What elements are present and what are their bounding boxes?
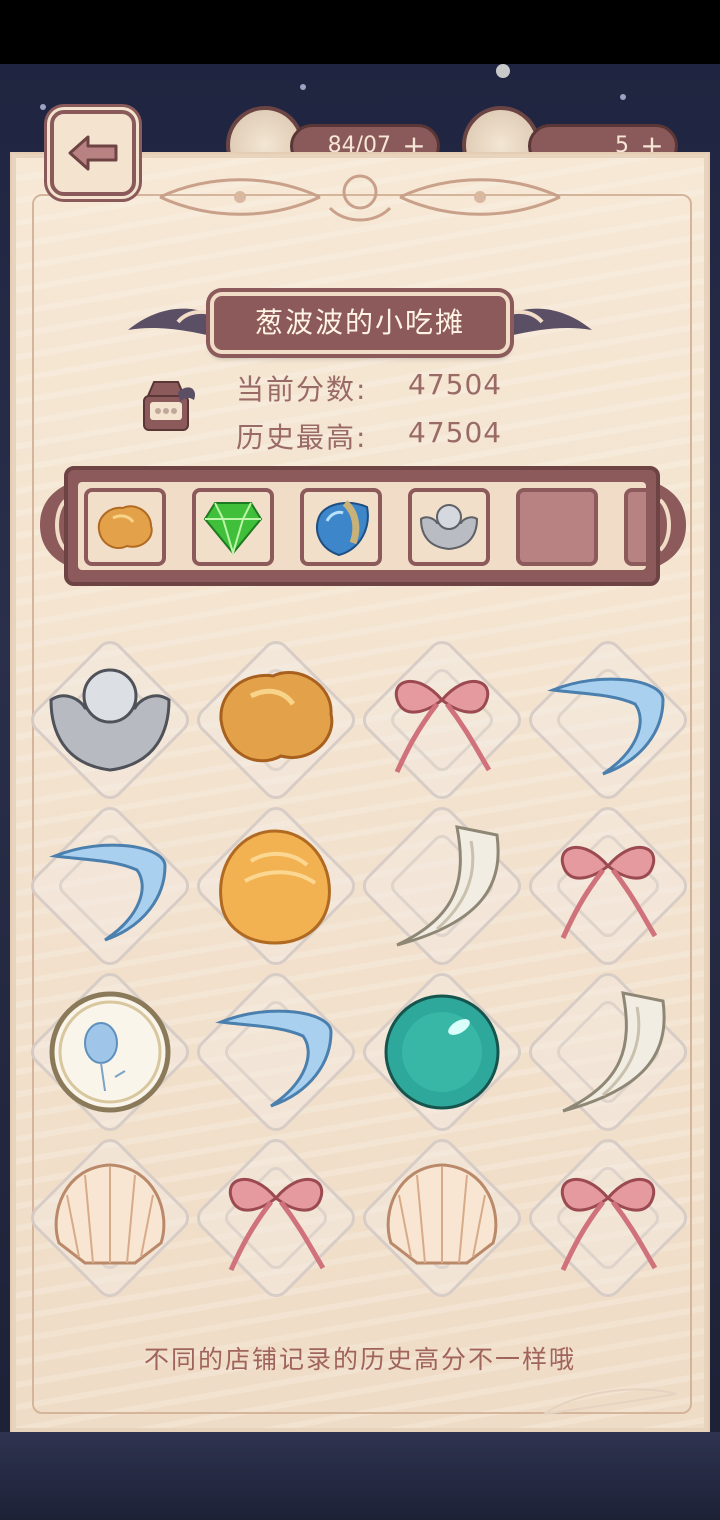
grid-tile[interactable] [523,1133,693,1303]
arrow-left-icon [68,135,118,171]
current-score-value: 47504 [408,368,503,401]
grid-tile[interactable] [191,635,361,805]
gold-nugget-icon [219,670,334,763]
grid-tile[interactable] [523,801,693,971]
grid-tile[interactable] [357,635,527,805]
slot-5-empty[interactable] [516,488,598,566]
feather-decor-icon [543,1388,677,1415]
green-gem-icon [203,502,263,557]
jewelry-box-icon [143,381,196,431]
silver-ingot-icon [49,668,171,772]
gold-nugget-icon [97,505,153,549]
best-score-row: 历史最高: 47504 [236,416,501,456]
balloon-badge-icon [49,991,171,1113]
blue-feather-icon [547,677,665,776]
grid-tile[interactable] [25,635,195,805]
grid-tile[interactable] [357,801,527,971]
orange-bun-icon [219,829,331,945]
star-decor [300,84,306,90]
grid-tile[interactable] [25,801,195,971]
collected-items-track [78,482,646,570]
status-bar [0,0,720,64]
grid-tile[interactable] [191,967,361,1137]
slot-6-empty[interactable] [624,488,646,566]
star-decor [40,104,46,110]
white-claw-icon [562,991,666,1113]
teal-pearl-icon [384,994,500,1110]
back-button[interactable] [50,110,136,196]
current-score-label: 当前分数: [236,373,368,406]
white-claw-icon [396,825,500,947]
hint-text: 不同的店铺记录的历史高分不一样哦 [143,1345,576,1374]
grid-tile[interactable] [191,801,361,971]
grid-tile[interactable] [191,1133,361,1303]
star-decor [620,94,626,100]
grid-tile[interactable] [357,1133,527,1303]
slot-1[interactable] [84,488,166,566]
grid-tile[interactable] [25,967,195,1137]
best-score-label: 历史最高: [236,421,368,454]
grid-tile[interactable] [523,967,693,1137]
silver-ingot-icon [419,504,479,551]
collected-items-bar [64,466,660,586]
ring-decor [496,64,510,78]
slot-2[interactable] [192,488,274,566]
slot-4[interactable] [408,488,490,566]
shop-title: 葱波波的小吃摊 [210,292,510,354]
grid-tile[interactable] [523,635,693,805]
pink-ribbon-icon [560,846,658,940]
grid-tile[interactable] [357,967,527,1137]
slot-3[interactable] [300,488,382,566]
scallop-shell-icon [54,1163,166,1265]
blue-feather-icon [49,843,167,942]
scallop-shell-icon [386,1163,498,1265]
floral-ornament [159,174,561,222]
blue-stone-icon [316,500,369,557]
pink-ribbon-icon [228,1178,326,1272]
cave-floor [0,1432,720,1520]
blue-feather-icon [215,1009,333,1108]
pink-ribbon-icon [560,1178,658,1272]
current-score-row: 当前分数: 47504 [236,368,501,408]
grid-tile[interactable] [25,1133,195,1303]
pink-ribbon-icon [394,680,492,774]
best-score-value: 47504 [408,416,503,449]
